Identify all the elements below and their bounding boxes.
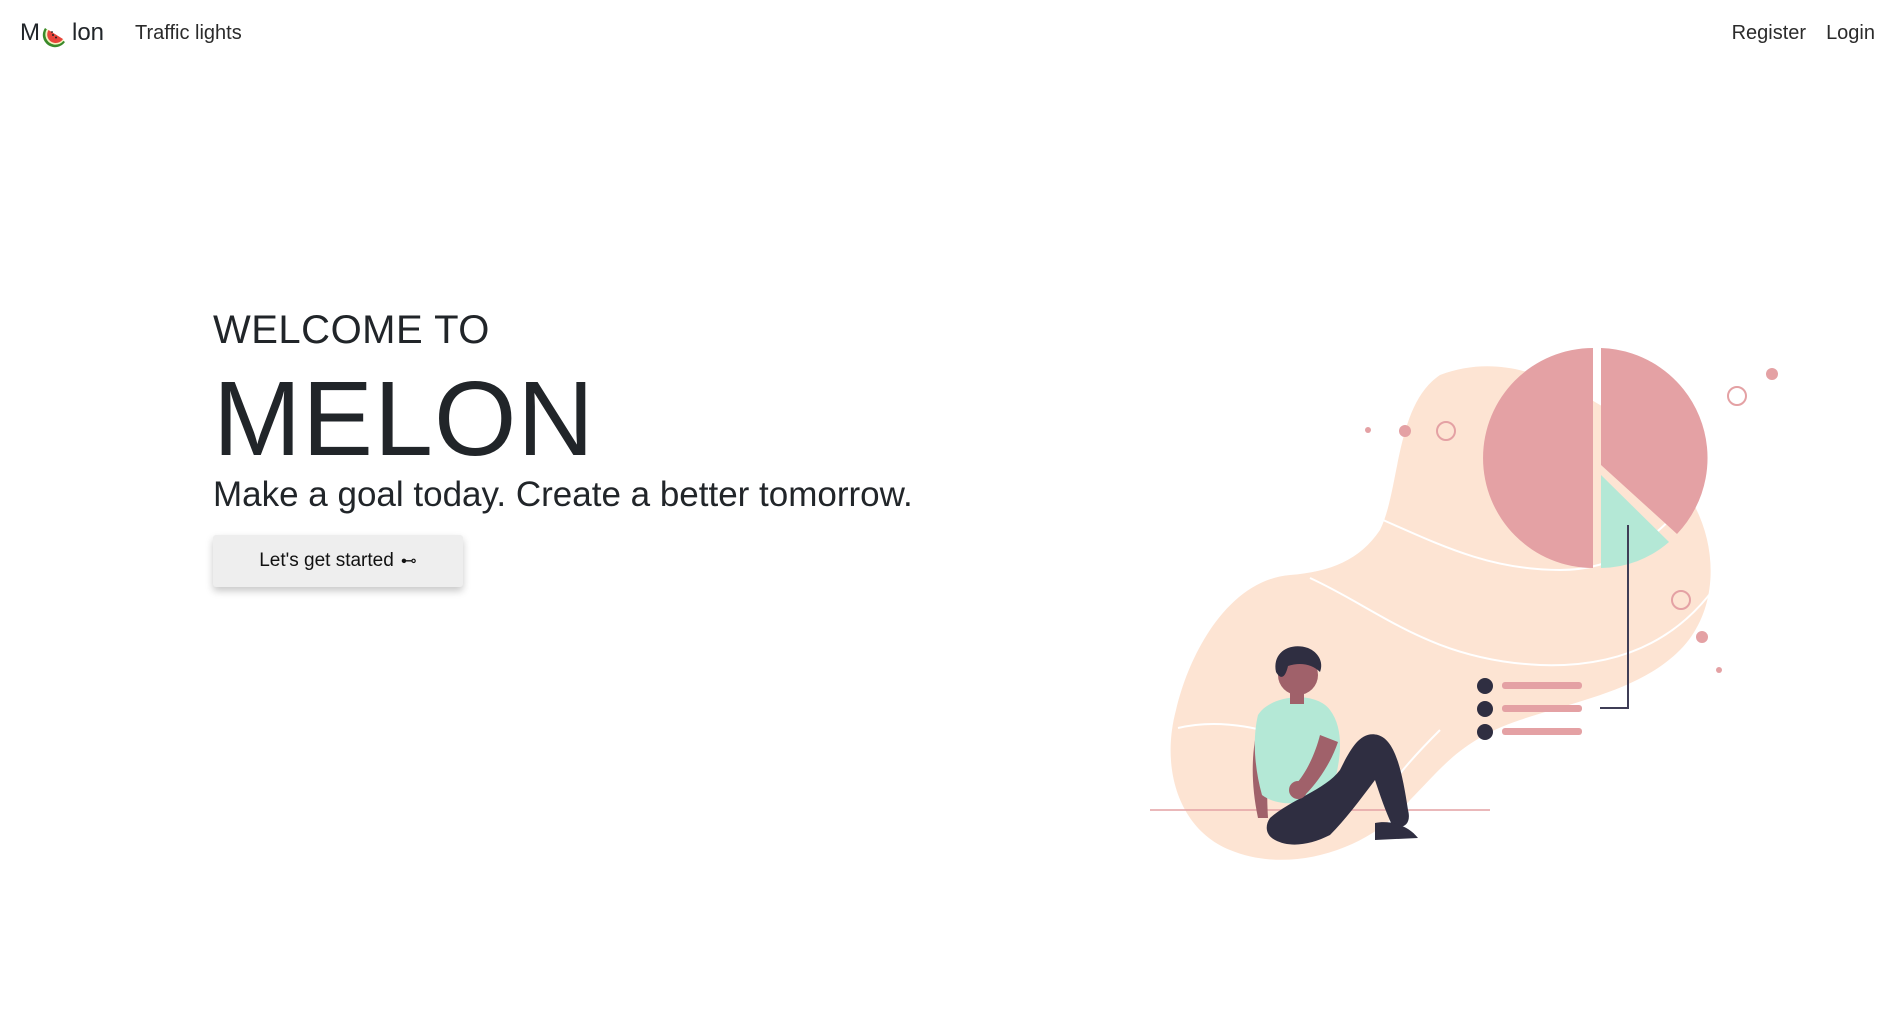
brand-logo[interactable]: M lon [20, 18, 104, 48]
deco-dot-1 [1365, 427, 1371, 433]
navbar-right: Register Login [1712, 22, 1875, 45]
arrow-right-icon: ⊷ [400, 553, 417, 570]
nav-link-register[interactable]: Register [1732, 22, 1806, 45]
nav-link-traffic-lights[interactable]: Traffic lights [135, 22, 242, 45]
deco-ring-2 [1727, 386, 1747, 406]
brand-text-start: M [20, 19, 40, 46]
deco-dot-6 [1716, 667, 1722, 673]
legend-bar-2 [1502, 705, 1582, 712]
legend-dot-2 [1477, 701, 1493, 717]
hero-section: WELCOME TO MELON Make a goal today. Crea… [213, 305, 913, 587]
legend-bar-1 [1502, 682, 1582, 689]
legend-dot-1 [1477, 678, 1493, 694]
brand-text-end: lon [72, 19, 105, 46]
nav-link-login[interactable]: Login [1826, 22, 1875, 45]
legend-bar-3 [1502, 728, 1582, 735]
watermelon-icon [42, 28, 65, 48]
welcome-heading: WELCOME TO [213, 308, 490, 352]
legend-dot-3 [1477, 724, 1493, 740]
deco-dot-3 [1766, 368, 1778, 380]
navbar-left: M lon Traffic lights [20, 18, 242, 48]
get-started-button[interactable]: Let's get started ⊷ [213, 535, 463, 587]
deco-dot-2 [1399, 425, 1411, 437]
tagline: Make a goal today. Create a better tomor… [213, 475, 913, 514]
deco-dot-5 [1696, 631, 1708, 643]
app-title: MELON [213, 360, 595, 478]
top-navbar: M lon Traffic lights Register Login [0, 0, 1895, 66]
person-with-pie-chart-illustration [1150, 348, 1778, 860]
get-started-label: Let's get started [259, 550, 394, 571]
